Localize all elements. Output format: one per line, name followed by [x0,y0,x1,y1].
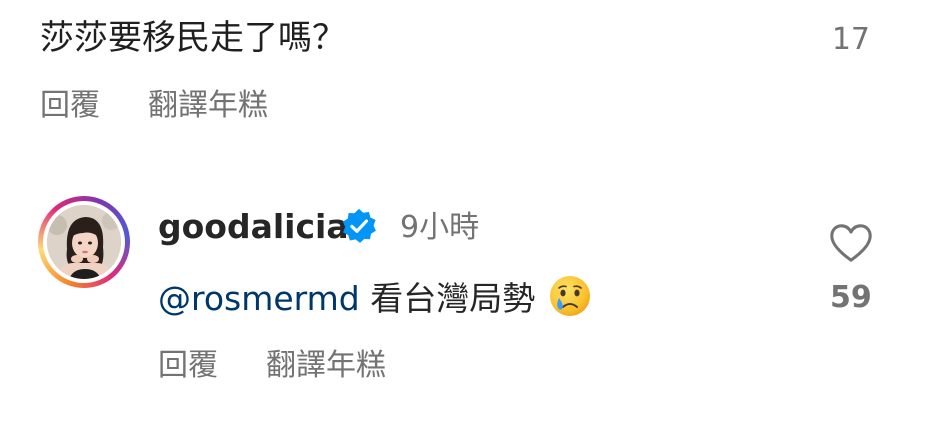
translate-button[interactable]: 翻譯年糕 [148,86,268,126]
comment-text: 莎莎要移民走了嗎？ [40,18,346,58]
comment-username[interactable]: goodalicia [158,204,349,250]
reply-button[interactable]: 回覆 [40,86,100,126]
comment-timestamp: 9小時 [400,210,480,245]
avatar[interactable] [38,196,130,288]
crying-face-emoji [548,274,592,318]
mention-link[interactable]: @rosmermd [158,279,360,318]
comment-body: @rosmermd 看台灣局勢 [158,274,592,324]
comment-actions: 回覆 翻譯年糕 [40,86,268,126]
comment-actions: 回覆 翻譯年糕 [158,346,386,386]
reply-button[interactable]: 回覆 [158,346,218,386]
comment-like-count: 59 [830,280,872,315]
avatar-photo [47,205,121,279]
verified-badge-icon [340,207,378,245]
heart-outline-icon[interactable] [828,222,874,264]
translate-button[interactable]: 翻譯年糕 [266,346,386,386]
comment-text: 看台灣局勢 [370,279,536,318]
comment-like-count: 17 [831,22,870,57]
